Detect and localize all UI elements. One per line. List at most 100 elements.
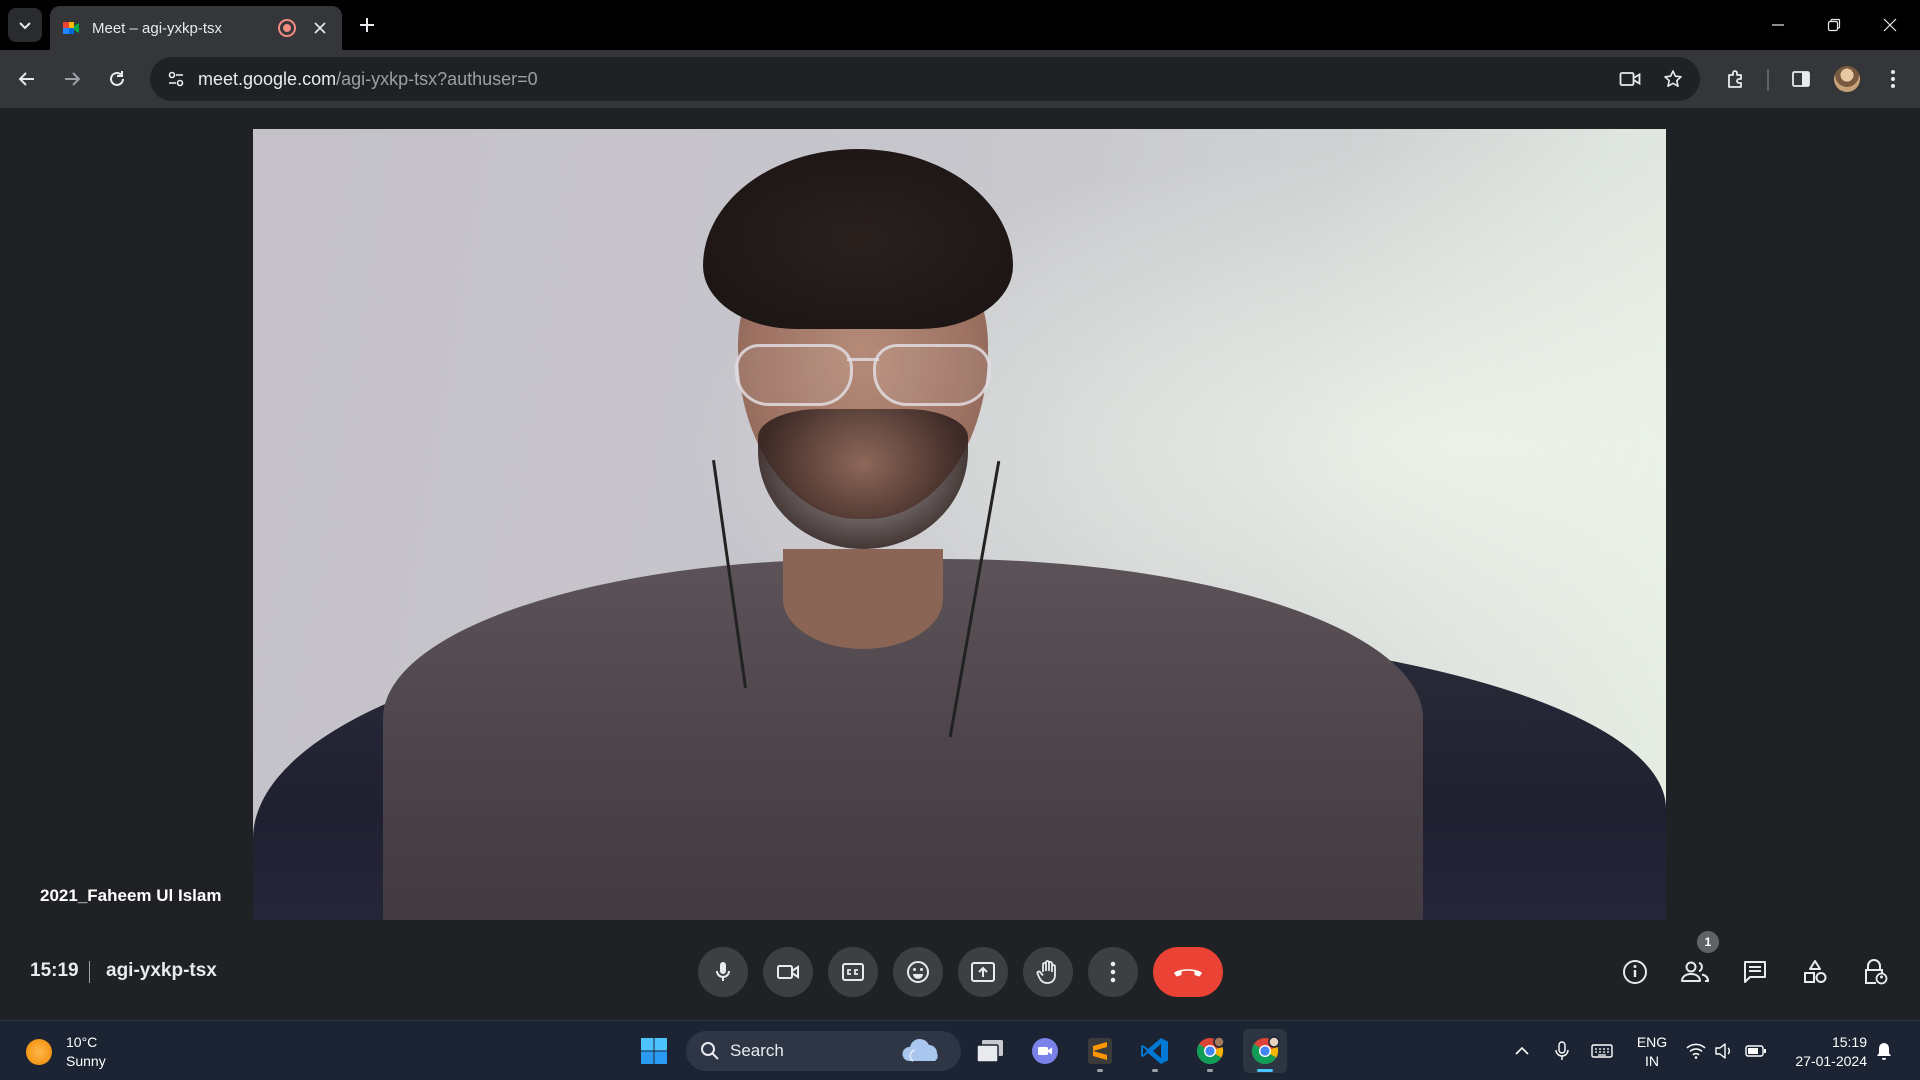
forward-button[interactable] bbox=[54, 61, 90, 97]
leave-call-button[interactable] bbox=[1153, 947, 1223, 997]
notifications-button[interactable] bbox=[1872, 1039, 1896, 1063]
input-language-indicator[interactable]: ENG IN bbox=[1634, 1033, 1670, 1071]
sublime-text-icon bbox=[1088, 1038, 1112, 1064]
people-button[interactable] bbox=[1670, 947, 1720, 997]
extensions-button[interactable] bbox=[1718, 61, 1754, 97]
vscode-app[interactable] bbox=[1133, 1029, 1177, 1073]
meeting-time: 15:19 bbox=[30, 960, 79, 981]
camera-button[interactable] bbox=[763, 947, 813, 997]
more-options-button[interactable] bbox=[1088, 947, 1138, 997]
microphone-button[interactable] bbox=[698, 947, 748, 997]
meet-stage: 2021_Faheem Ul Islam 15:19 agi-yxkp-tsx … bbox=[0, 108, 1920, 1020]
reactions-button[interactable] bbox=[893, 947, 943, 997]
chat-video-icon bbox=[1032, 1038, 1058, 1064]
sublime-text-app[interactable] bbox=[1078, 1029, 1122, 1073]
camera-in-use-button[interactable] bbox=[1612, 61, 1648, 97]
recording-indicator-icon bbox=[278, 19, 296, 37]
windows-icon bbox=[641, 1038, 667, 1064]
close-icon bbox=[1883, 18, 1897, 32]
host-controls-button[interactable] bbox=[1850, 947, 1900, 997]
cloud-icon bbox=[902, 1038, 938, 1062]
bell-icon bbox=[1877, 1043, 1891, 1060]
raise-hand-button[interactable] bbox=[1023, 947, 1073, 997]
weather-text: 10°C Sunny bbox=[66, 1033, 106, 1071]
taskbar-clock[interactable]: 15:19 27-01-2024 bbox=[1785, 1033, 1867, 1071]
clock-date: 27-01-2024 bbox=[1795, 1053, 1867, 1069]
search-label: Search bbox=[730, 1041, 784, 1060]
tab-close-button[interactable] bbox=[310, 18, 330, 38]
close-icon bbox=[314, 22, 326, 34]
browser-menu-button[interactable] bbox=[1875, 61, 1911, 97]
arrow-left-icon bbox=[18, 72, 34, 86]
shapes-icon bbox=[1804, 960, 1827, 983]
site-info-button[interactable] bbox=[156, 59, 196, 99]
battery-button[interactable] bbox=[1744, 1039, 1768, 1063]
minimize-button[interactable] bbox=[1750, 0, 1806, 50]
reload-button[interactable] bbox=[99, 61, 135, 97]
address-bar[interactable]: meet.google.com/agi-yxkp-tsx?authuser=0 bbox=[150, 57, 1700, 101]
side-panel-icon bbox=[1792, 71, 1810, 87]
minimize-icon bbox=[1772, 24, 1784, 26]
running-indicator-active bbox=[1257, 1069, 1273, 1072]
activities-button[interactable] bbox=[1790, 947, 1840, 997]
search-icon bbox=[701, 1042, 719, 1060]
chrome-app[interactable] bbox=[1188, 1029, 1232, 1073]
weather-temperature: 10°C bbox=[66, 1034, 98, 1050]
speaker-icon bbox=[1715, 1043, 1730, 1059]
browser-tab-meet[interactable]: Meet – agi-yxkp-tsx bbox=[50, 6, 342, 50]
microphone-in-use-button[interactable] bbox=[1550, 1039, 1574, 1063]
chrome-icon bbox=[1196, 1036, 1225, 1065]
video-person-neck bbox=[783, 549, 943, 649]
meeting-info-divider bbox=[89, 961, 90, 983]
running-indicator bbox=[1097, 1069, 1103, 1072]
hand-icon bbox=[1036, 960, 1056, 984]
back-button[interactable] bbox=[9, 61, 45, 97]
chat-button[interactable] bbox=[1730, 947, 1780, 997]
side-panel-button[interactable] bbox=[1783, 61, 1819, 97]
arrow-right-icon bbox=[65, 72, 81, 86]
bookmark-button[interactable] bbox=[1655, 61, 1691, 97]
tab-search-button[interactable] bbox=[8, 8, 42, 42]
more-vert-icon bbox=[1110, 961, 1116, 983]
captions-button[interactable] bbox=[828, 947, 878, 997]
sun-icon bbox=[26, 1039, 52, 1065]
taskbar-search[interactable]: Search bbox=[686, 1031, 961, 1071]
show-hidden-icons-button[interactable] bbox=[1510, 1039, 1534, 1063]
people-count-badge: 1 bbox=[1697, 931, 1719, 953]
start-button[interactable] bbox=[632, 1029, 676, 1073]
task-view-button[interactable] bbox=[968, 1029, 1012, 1073]
keyboard-icon bbox=[1591, 1044, 1613, 1058]
participant-video-tile[interactable] bbox=[253, 129, 1666, 920]
touch-keyboard-button[interactable] bbox=[1590, 1039, 1614, 1063]
volume-button[interactable] bbox=[1712, 1039, 1736, 1063]
weather-condition: Sunny bbox=[66, 1053, 106, 1069]
window-close-button[interactable] bbox=[1862, 0, 1918, 50]
weather-widget[interactable]: 10°C Sunny bbox=[26, 1033, 106, 1071]
battery-icon bbox=[1745, 1045, 1766, 1057]
teams-chat-button[interactable] bbox=[1023, 1029, 1067, 1073]
chevron-up-icon bbox=[1515, 1046, 1529, 1055]
tune-icon bbox=[168, 71, 184, 87]
profile-button[interactable] bbox=[1829, 61, 1865, 97]
address-url[interactable]: meet.google.com/agi-yxkp-tsx?authuser=0 bbox=[198, 69, 538, 90]
meeting-details-button[interactable] bbox=[1610, 947, 1660, 997]
present-screen-button[interactable] bbox=[958, 947, 1008, 997]
reload-icon bbox=[110, 71, 124, 86]
plus-icon bbox=[360, 18, 374, 32]
video-camera-icon bbox=[1619, 72, 1641, 86]
new-tab-button[interactable] bbox=[352, 10, 382, 40]
chrome-app-active[interactable] bbox=[1243, 1029, 1287, 1073]
puzzle-icon bbox=[1728, 70, 1742, 88]
taskbar: 10°C Sunny Search ENG IN 15:19 27-01-202… bbox=[0, 1020, 1920, 1080]
emoji-icon bbox=[907, 961, 929, 983]
avatar bbox=[1834, 66, 1860, 92]
language-code: ENG bbox=[1636, 1034, 1668, 1050]
network-button[interactable] bbox=[1684, 1039, 1708, 1063]
meeting-code: agi-yxkp-tsx bbox=[106, 960, 217, 981]
vscode-icon bbox=[1141, 1038, 1168, 1064]
tab-title: Meet – agi-yxkp-tsx bbox=[92, 19, 223, 37]
google-meet-icon bbox=[63, 22, 79, 34]
microphone-icon bbox=[716, 962, 730, 981]
url-path: /agi-yxkp-tsx?authuser=0 bbox=[336, 68, 538, 89]
restore-button[interactable] bbox=[1806, 0, 1862, 50]
